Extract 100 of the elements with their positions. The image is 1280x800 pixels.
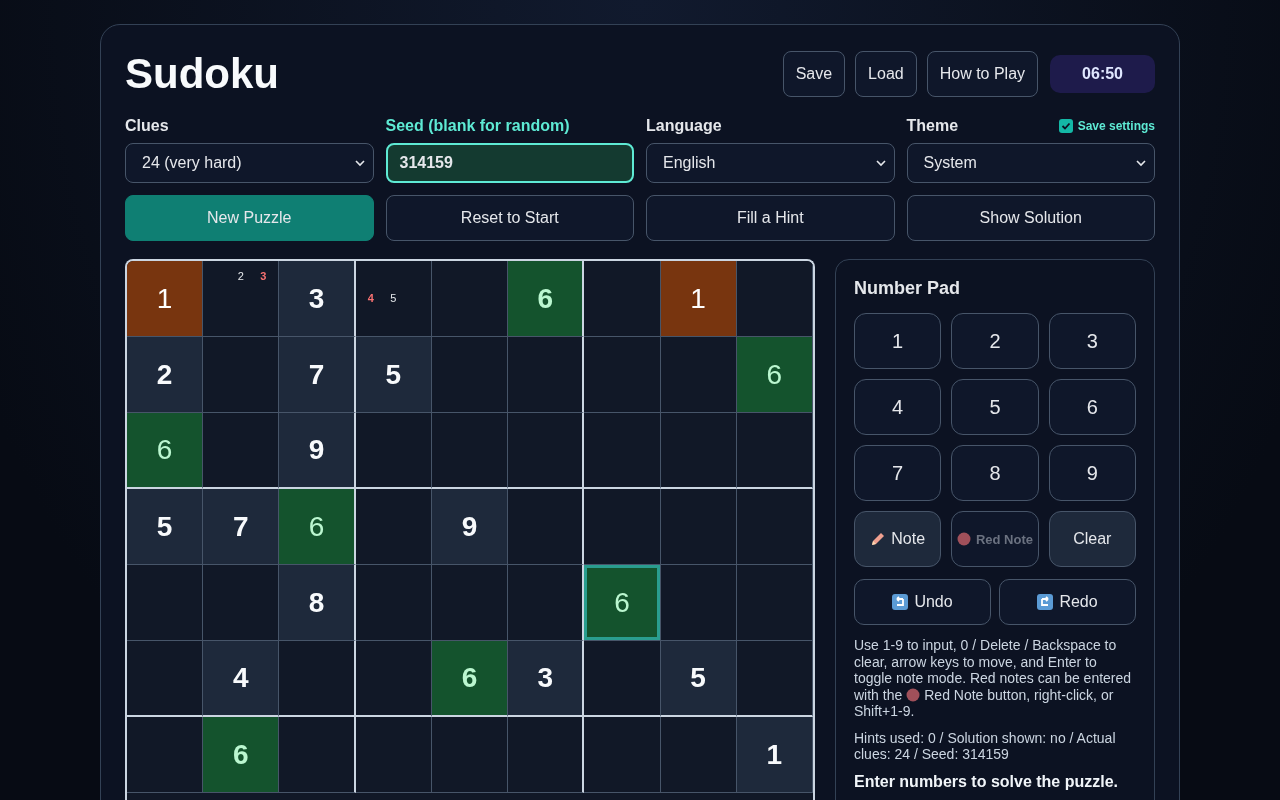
board-cell[interactable] xyxy=(431,565,509,641)
checkbox[interactable] xyxy=(1058,119,1073,133)
select-field[interactable]: 24 (very hard) xyxy=(125,143,374,183)
board-cell[interactable] xyxy=(584,489,661,565)
board-cell[interactable]: 1 xyxy=(127,261,204,337)
board-cell[interactable]: 5 xyxy=(127,489,204,565)
field-label: Clues xyxy=(125,117,169,135)
action-button[interactable]: Fill a Hint xyxy=(646,195,895,241)
clear-button[interactable]: Clear xyxy=(1048,511,1136,567)
board-cell[interactable] xyxy=(127,565,204,641)
digit-button[interactable]: 3 xyxy=(1048,313,1136,369)
board-cell[interactable] xyxy=(203,565,280,641)
board-cell[interactable]: 2 xyxy=(127,337,204,413)
board-cell[interactable] xyxy=(355,413,432,489)
board-cell[interactable]: 1 xyxy=(736,717,813,793)
header-button[interactable]: How to Play xyxy=(926,51,1039,97)
header-button[interactable]: Save xyxy=(782,51,846,97)
board-cell[interactable] xyxy=(203,413,280,489)
undo-icon xyxy=(892,594,909,610)
board-cell[interactable] xyxy=(660,489,737,565)
digit-button[interactable]: 5 xyxy=(951,379,1039,435)
board-cell[interactable]: 6 xyxy=(584,565,661,641)
board-cell[interactable] xyxy=(660,337,737,413)
note-mode-button[interactable]: Note xyxy=(854,511,942,567)
board-cell[interactable] xyxy=(736,261,813,337)
board-cell[interactable]: 6 xyxy=(508,261,585,337)
field-label: Seed (blank for random) xyxy=(385,117,570,135)
board-cell[interactable]: 4 xyxy=(203,641,280,717)
board-cell[interactable] xyxy=(355,489,432,565)
digit-button[interactable]: 2 xyxy=(951,313,1039,369)
digit-button[interactable]: 6 xyxy=(1048,379,1136,435)
redo-button[interactable]: Redo xyxy=(999,579,1136,625)
board-cell[interactable]: 2 3 xyxy=(203,261,280,337)
panel-title: Number Pad xyxy=(854,278,962,299)
checkbox-label[interactable]: Save settings xyxy=(1077,119,1155,133)
digit-button[interactable]: 4 xyxy=(854,379,942,435)
board-cell[interactable]: 9 xyxy=(279,413,356,489)
board-cell[interactable]: 6 xyxy=(203,717,280,793)
board-cell[interactable] xyxy=(127,641,204,717)
board-cell[interactable]: 9 xyxy=(431,489,509,565)
board-cell[interactable]: 7 xyxy=(279,337,356,413)
select-field[interactable]: System xyxy=(906,143,1155,183)
note-digit: 4 xyxy=(366,291,375,307)
note-digit: 5 xyxy=(389,291,398,307)
board-cell[interactable]: 6 xyxy=(127,413,204,489)
board-cell[interactable] xyxy=(127,717,204,793)
stats-text: Hints used: 0 / Solution shown: no / Actual clues: 24 / Seed: 314159 xyxy=(854,729,1117,763)
board-cell[interactable] xyxy=(355,565,432,641)
digit-button[interactable]: 7 xyxy=(854,445,942,501)
board-cell[interactable]: 3 xyxy=(508,641,585,717)
checkmark-icon xyxy=(1060,121,1071,131)
board-cell[interactable] xyxy=(355,717,432,793)
note-digit: 3 xyxy=(259,269,268,285)
digit-button[interactable]: 8 xyxy=(951,445,1039,501)
board-cell[interactable] xyxy=(203,337,280,413)
seed-field[interactable]: 314159 xyxy=(385,143,634,183)
board-cell[interactable]: 8 xyxy=(279,565,356,641)
board-cell[interactable]: 5 xyxy=(660,641,737,717)
field-label: Language xyxy=(646,117,722,135)
board-cell[interactable]: 1 xyxy=(660,261,737,337)
help-text: Red Note button, right-click, or xyxy=(924,686,1114,703)
board-cell[interactable] xyxy=(431,717,509,793)
digit-button[interactable]: 9 xyxy=(1048,445,1136,501)
action-button[interactable]: Show Solution xyxy=(906,195,1155,241)
board-cell[interactable] xyxy=(736,413,813,489)
header-button[interactable]: Load xyxy=(855,51,917,97)
digit-button[interactable]: 1 xyxy=(854,313,942,369)
board-cell[interactable] xyxy=(660,413,737,489)
board-cell[interactable] xyxy=(584,413,661,489)
board-cell[interactable] xyxy=(584,717,661,793)
board-cell[interactable]: 6 xyxy=(431,641,509,717)
select-field[interactable]: English xyxy=(646,143,895,183)
board-cell[interactable] xyxy=(584,261,661,337)
action-button[interactable]: Reset to Start xyxy=(385,195,634,241)
timer: 06:50 xyxy=(1050,55,1155,93)
action-button[interactable]: New Puzzle xyxy=(125,195,374,241)
board-cell[interactable] xyxy=(431,413,509,489)
board-cell[interactable] xyxy=(736,565,813,641)
board-cell[interactable] xyxy=(736,489,813,565)
note-digit: 2 xyxy=(236,269,245,285)
board-cell[interactable] xyxy=(431,337,509,413)
board-cell[interactable] xyxy=(584,337,661,413)
board-cell[interactable]: 3 xyxy=(279,261,356,337)
board-cell[interactable] xyxy=(355,641,432,717)
board-cell[interactable]: 6 xyxy=(736,337,813,413)
board-cell[interactable]: 5 xyxy=(355,337,432,413)
board-cell[interactable] xyxy=(584,641,661,717)
board-cell[interactable]: 7 xyxy=(203,489,280,565)
chevron-icon xyxy=(1136,159,1146,167)
board-cell[interactable] xyxy=(660,717,737,793)
undo-button[interactable]: Undo xyxy=(854,579,991,625)
status-message: Enter numbers to solve the puzzle. xyxy=(854,772,1120,791)
field-label: Theme xyxy=(906,117,959,135)
note-mode-button[interactable]: Red Note xyxy=(951,511,1039,567)
board-cell[interactable]: 6 xyxy=(279,489,356,565)
board-cell[interactable] xyxy=(736,641,813,717)
board-cell[interactable] xyxy=(431,261,509,337)
board-cell[interactable] xyxy=(660,565,737,641)
dot-icon xyxy=(956,532,971,546)
board-cell[interactable]: 4 5 xyxy=(355,261,432,337)
